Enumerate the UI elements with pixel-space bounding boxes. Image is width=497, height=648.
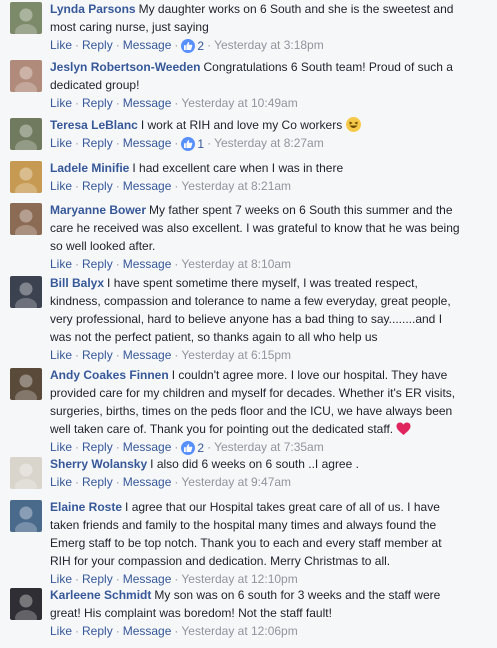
like-button[interactable]: Like	[50, 96, 72, 110]
avatar[interactable]	[10, 2, 42, 34]
comment-actions: Like · Reply · Message · 2 · Yesterday at 7:35am	[50, 440, 324, 455]
reply-button[interactable]: Reply	[82, 179, 113, 193]
comment-author[interactable]: Elaine Roste	[50, 500, 122, 514]
like-reaction-icon	[181, 136, 196, 151]
message-button[interactable]: Message	[123, 257, 172, 271]
avatar[interactable]	[10, 457, 42, 489]
message-button[interactable]: Message	[123, 440, 172, 454]
comment-timestamp[interactable]: Yesterday at 10:49am	[181, 96, 297, 110]
comment-text: I work at RIH and love my Co workers	[140, 118, 343, 132]
avatar[interactable]	[10, 368, 42, 400]
comment-actions: Like · Reply · Message · Yesterday at 8:21am	[50, 179, 292, 193]
comment-body: Sherry Wolansky I also did 6 weeks on 6 s…	[50, 455, 465, 491]
like-reaction-icon	[181, 440, 196, 455]
comment-author[interactable]: Sherry Wolansky	[50, 457, 147, 471]
message-button[interactable]: Message	[123, 475, 172, 489]
comment-body: Ladele Minifie I had excellent care when …	[50, 159, 465, 195]
like-button[interactable]: Like	[50, 348, 72, 362]
comment-body: Lynda Parsons My daughter works on 6 Sout…	[50, 0, 465, 55]
message-button[interactable]: Message	[123, 572, 172, 586]
reaction-count[interactable]: 1	[181, 135, 204, 153]
like-reaction-icon	[181, 38, 196, 53]
heart-emoji-icon	[396, 422, 411, 435]
comment-author[interactable]: Andy Coakes Finnen	[50, 368, 169, 382]
comment-body: Elaine Roste I agree that our Hospital ta…	[50, 498, 465, 588]
comment-timestamp[interactable]: Yesterday at 7:35am	[214, 440, 324, 454]
message-button[interactable]: Message	[123, 96, 172, 110]
like-button[interactable]: Like	[50, 572, 72, 586]
comment-actions: Like · Reply · Message · 2 · Yesterday at 3:18pm	[50, 37, 324, 55]
comment-body: Jeslyn Robertson-Weeden Congratulations 6…	[50, 58, 465, 112]
like-button[interactable]: Like	[50, 38, 72, 52]
comment-actions: Like · Reply · Message · Yesterday at 6:15pm	[50, 348, 292, 362]
message-button[interactable]: Message	[123, 38, 172, 52]
comment-text: I have spent sometime there myself, I wa…	[50, 276, 451, 344]
comment-actions: Like · Reply · Message · Yesterday at 8:10am	[50, 257, 292, 271]
like-button[interactable]: Like	[50, 475, 72, 489]
comment-timestamp[interactable]: Yesterday at 8:27am	[214, 136, 324, 150]
comment-timestamp[interactable]: Yesterday at 8:10am	[181, 257, 291, 271]
reply-button[interactable]: Reply	[82, 348, 113, 362]
comment-text: I also did 6 weeks on 6 south ..I agree …	[150, 457, 359, 471]
message-button[interactable]: Message	[123, 624, 172, 638]
comment-actions: Like · Reply · Message · Yesterday at 12:06pm	[50, 624, 298, 638]
comment-actions: Like · Reply · Message · Yesterday at 9:47am	[50, 475, 292, 489]
laughing-emoji-icon	[345, 117, 361, 132]
comment-author[interactable]: Jeslyn Robertson-Weeden	[50, 60, 200, 74]
comment-timestamp[interactable]: Yesterday at 8:21am	[181, 179, 291, 193]
avatar[interactable]	[10, 500, 42, 532]
message-button[interactable]: Message	[123, 179, 172, 193]
comment-timestamp[interactable]: Yesterday at 9:47am	[181, 475, 291, 489]
comment-author[interactable]: Maryanne Bower	[50, 203, 146, 217]
avatar[interactable]	[10, 118, 42, 150]
comment-text: I had excellent care when I was in there	[132, 161, 344, 175]
comment-body: Bill Balyx I have spent sometime there my…	[50, 274, 465, 364]
comment-timestamp[interactable]: Yesterday at 12:10pm	[181, 572, 297, 586]
comment-actions: Like · Reply · Message · 1 · Yesterday at 8:27am	[50, 135, 324, 153]
like-button[interactable]: Like	[50, 179, 72, 193]
like-button[interactable]: Like	[50, 624, 72, 638]
avatar[interactable]	[10, 161, 42, 193]
comment-timestamp[interactable]: Yesterday at 12:06pm	[181, 624, 297, 638]
reply-button[interactable]: Reply	[82, 38, 113, 52]
avatar[interactable]	[10, 588, 42, 620]
comment-author[interactable]: Lynda Parsons	[50, 2, 136, 16]
comment-body: Karleene Schmidt My son was on 6 south fo…	[50, 586, 465, 640]
avatar[interactable]	[10, 60, 42, 92]
like-button[interactable]: Like	[50, 440, 72, 454]
message-button[interactable]: Message	[123, 136, 172, 150]
comment-author[interactable]: Teresa LeBlanc	[50, 118, 138, 132]
reply-button[interactable]: Reply	[82, 440, 113, 454]
reply-button[interactable]: Reply	[82, 624, 113, 638]
comment-body: Maryanne Bower My father spent 7 weeks on…	[50, 201, 465, 273]
reply-button[interactable]: Reply	[82, 96, 113, 110]
avatar[interactable]	[10, 203, 42, 235]
comment-body: Andy Coakes Finnen I couldn't agree more.…	[50, 366, 465, 457]
comment-author[interactable]: Karleene Schmidt	[50, 588, 151, 602]
comment-body: Teresa LeBlanc I work at RIH and love my …	[50, 116, 465, 153]
comment-author[interactable]: Ladele Minifie	[50, 161, 129, 175]
reply-button[interactable]: Reply	[82, 475, 113, 489]
reaction-count[interactable]: 2	[181, 37, 204, 55]
comment-actions: Like · Reply · Message · Yesterday at 10:49am	[50, 96, 298, 110]
like-button[interactable]: Like	[50, 136, 72, 150]
like-button[interactable]: Like	[50, 257, 72, 271]
reply-button[interactable]: Reply	[82, 257, 113, 271]
reply-button[interactable]: Reply	[82, 136, 113, 150]
reply-button[interactable]: Reply	[82, 572, 113, 586]
message-button[interactable]: Message	[123, 348, 172, 362]
avatar[interactable]	[10, 276, 42, 308]
comment-timestamp[interactable]: Yesterday at 3:18pm	[214, 38, 324, 52]
comment-author[interactable]: Bill Balyx	[50, 276, 104, 290]
comment-timestamp[interactable]: Yesterday at 6:15pm	[181, 348, 291, 362]
